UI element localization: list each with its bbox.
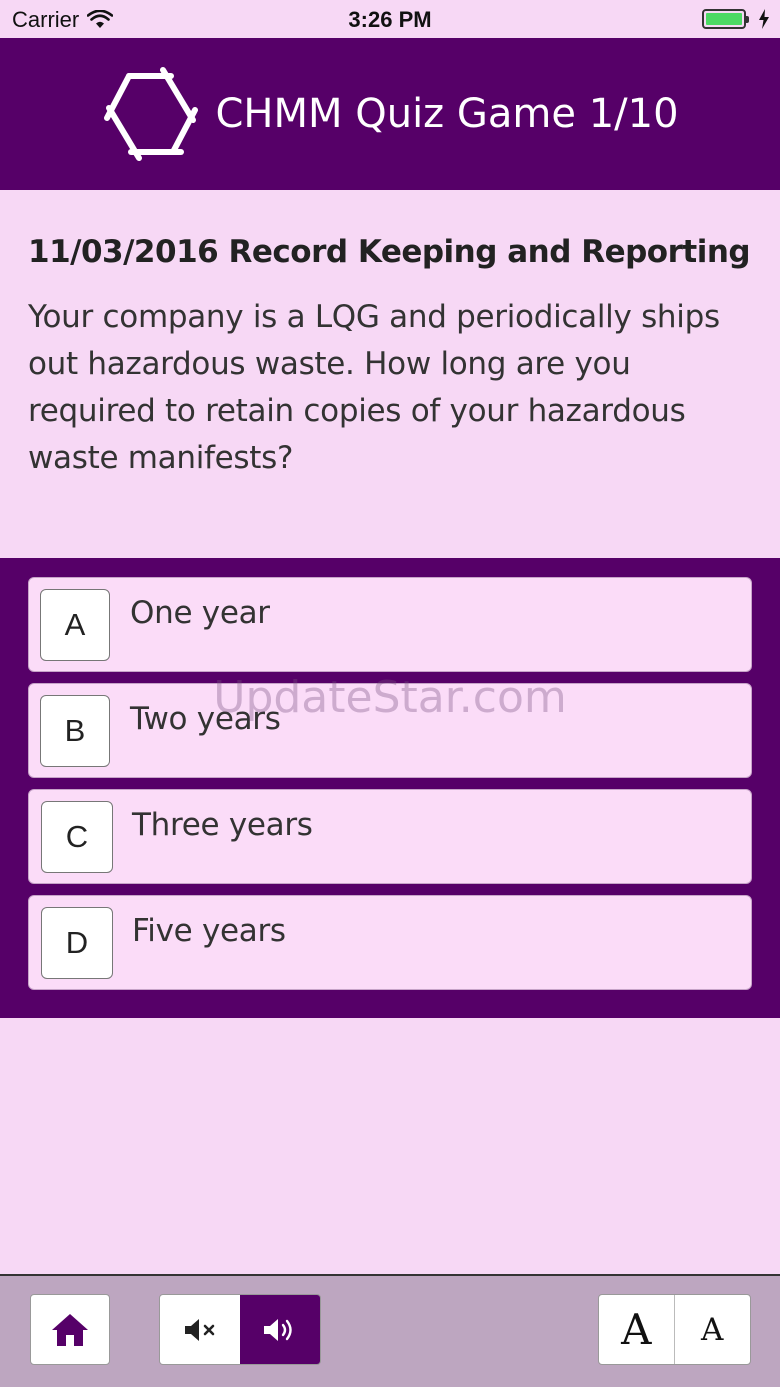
answer-option-a[interactable]: A One year (28, 577, 752, 672)
answer-text-b: Two years (130, 701, 281, 737)
home-button[interactable] (30, 1294, 110, 1365)
question-text: Your company is a LQG and periodically s… (28, 299, 720, 476)
answer-option-b[interactable]: B Two years (28, 683, 752, 778)
speaker-icon (264, 1318, 292, 1341)
answer-option-c[interactable]: C Three years (28, 789, 752, 884)
answer-letter-c[interactable]: C (41, 801, 113, 873)
font-decrease-button[interactable]: A (675, 1295, 751, 1364)
mute-button[interactable] (160, 1295, 240, 1364)
font-increase-button[interactable]: A (599, 1295, 675, 1364)
status-right (702, 9, 770, 29)
status-bar: Carrier 3:26 PM (0, 0, 780, 38)
page-title: CHMM Quiz Game 1/10 (215, 91, 679, 137)
bottom-toolbar: A A (0, 1274, 780, 1387)
hexagon-logo-icon (104, 67, 199, 161)
answer-letter-d[interactable]: D (41, 907, 113, 979)
battery-icon (702, 9, 749, 29)
answer-text-a: One year (130, 595, 270, 631)
mute-icon (185, 1318, 215, 1341)
home-icon (52, 1313, 88, 1346)
status-time: 3:26 PM (348, 7, 432, 32)
answer-text-c: Three years (132, 807, 313, 843)
charging-icon (759, 9, 769, 29)
sound-toggle (159, 1294, 321, 1365)
question-area: 11/03/2016 Record Keeping and Reporting … (0, 190, 780, 558)
question-heading: 11/03/2016 Record Keeping and Reporting (28, 234, 751, 270)
answers-panel: A One year B Two years C Three years D F… (0, 558, 780, 1018)
sound-on-button[interactable] (240, 1295, 320, 1364)
answer-option-d[interactable]: D Five years (28, 895, 752, 990)
answer-letter-b[interactable]: B (40, 695, 110, 767)
answer-letter-a[interactable]: A (40, 589, 110, 661)
font-size-controls: A A (598, 1294, 751, 1365)
app-header: CHMM Quiz Game 1/10 (0, 38, 780, 190)
answer-text-d: Five years (132, 913, 286, 949)
